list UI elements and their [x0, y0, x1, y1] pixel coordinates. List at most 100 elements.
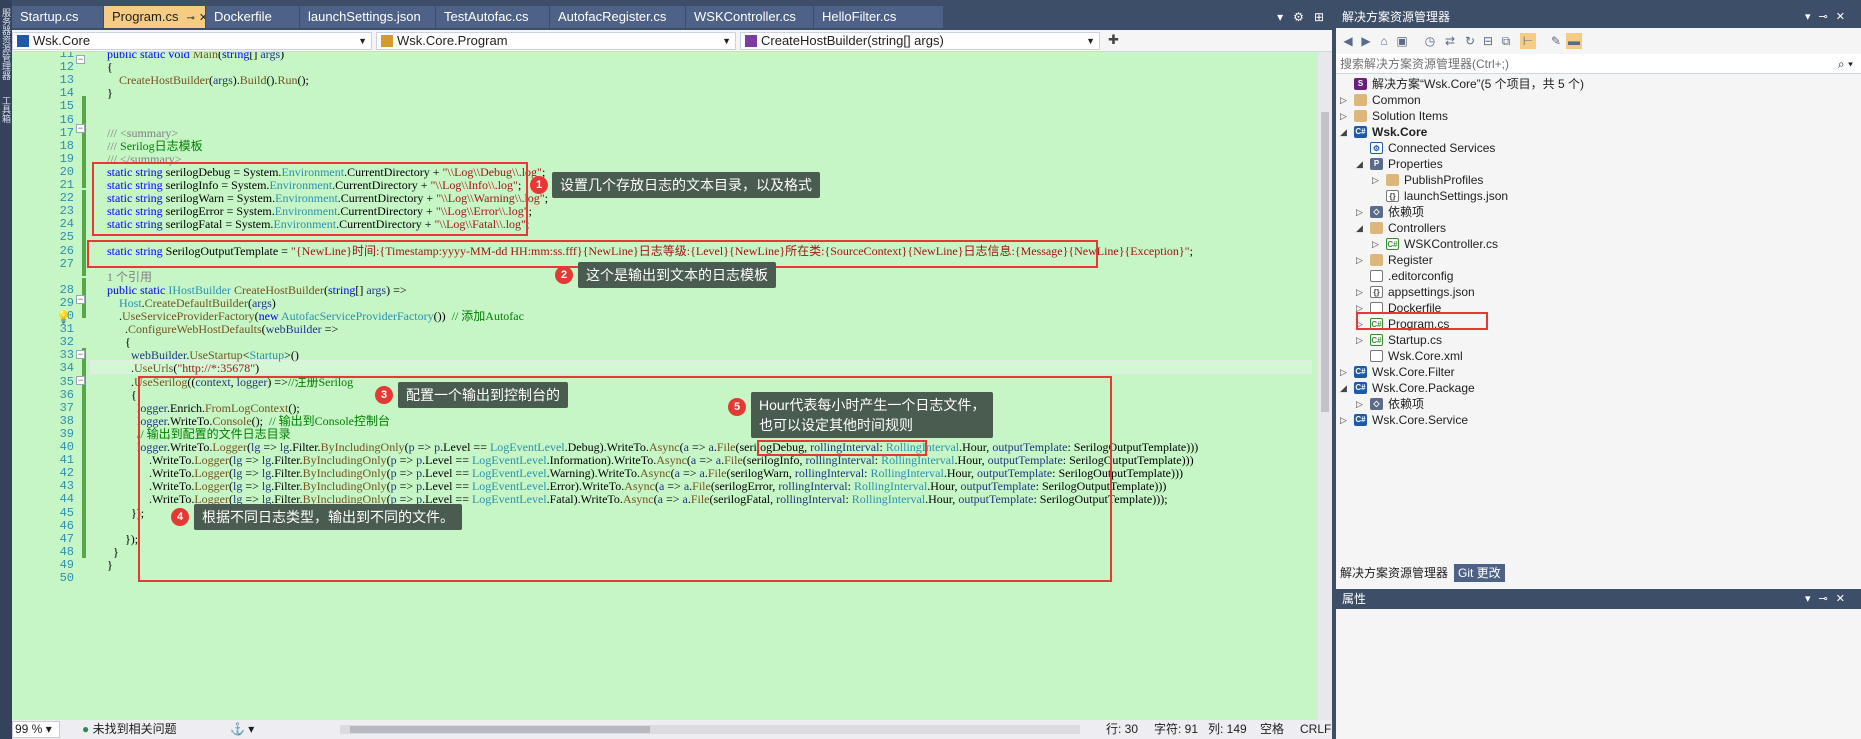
collapsed-arrow-icon[interactable]: ▷ — [1372, 172, 1382, 188]
show-all-files-icon[interactable]: ⧉ — [1498, 33, 1514, 49]
solution-tree: S 解决方案“Wsk.Core”(5 个项目，共 5 个) ▷ Common ▷ Solu… — [1336, 76, 1861, 676]
lightbulb-icon[interactable]: 💡 — [56, 310, 71, 324]
tree-node-label: Wsk.Core.xml — [1388, 349, 1463, 363]
sync-icon[interactable]: ⇄ — [1442, 33, 1458, 49]
add-split-icon[interactable]: ✚ — [1108, 32, 1119, 48]
tab-startup-cs[interactable]: Startup.cs — [12, 6, 104, 28]
tab-list-dropdown-icon[interactable]: ▾ — [1277, 6, 1283, 28]
tab-label: Dockerfile — [214, 9, 272, 24]
tree-node[interactable]: ⚙ Connected Services — [1356, 140, 1756, 156]
home-icon[interactable]: ⌂ — [1376, 33, 1392, 49]
tree-node[interactable]: ▷ C# Wsk.Core.Service — [1340, 412, 1740, 428]
collapsed-arrow-icon[interactable]: ▷ — [1356, 332, 1366, 348]
wrench-icon: P — [1370, 158, 1383, 170]
tab-wskcontroller-cs[interactable]: WSKController.cs — [686, 6, 814, 28]
solution-explorer-search[interactable]: 搜索解决方案资源管理器(Ctrl+;) ⌕ ▾ — [1336, 54, 1861, 74]
search-icon[interactable]: ⌕ ▾ — [1838, 54, 1853, 74]
tree-view-icon[interactable]: ⊢ — [1520, 33, 1536, 49]
properties-title-text: 属性 — [1342, 592, 1367, 606]
tree-node[interactable]: ▷ Solution Items — [1340, 108, 1740, 124]
collapsed-arrow-icon[interactable]: ▷ — [1356, 396, 1366, 412]
split-icon[interactable]: ⊞ — [1314, 6, 1324, 28]
folder-icon — [1354, 110, 1367, 122]
close-icon[interactable]: ✕ — [199, 12, 205, 24]
tree-node[interactable]: ▷ ◇ 依赖项 — [1356, 204, 1756, 220]
tab-label: WSKController.cs — [694, 9, 796, 24]
tab-solution-explorer[interactable]: 解决方案资源管理器 — [1336, 564, 1453, 582]
tree-node[interactable]: ◢ C# Wsk.Core.Package — [1340, 380, 1740, 396]
tree-node[interactable]: ▷ PublishProfiles — [1372, 172, 1772, 188]
tree-node[interactable]: S 解决方案“Wsk.Core”(5 个项目，共 5 个) — [1340, 76, 1740, 92]
tab-launchsettings-json[interactable]: launchSettings.json — [300, 6, 436, 28]
tab-autofacregister-cs[interactable]: AutofacRegister.cs — [550, 6, 686, 28]
whitespace-indicator[interactable]: 空格 — [1260, 720, 1284, 739]
tab-hellofilter-cs[interactable]: HelloFilter.cs — [814, 6, 944, 28]
forward-icon[interactable]: ▶ — [1358, 33, 1374, 49]
collapsed-arrow-icon[interactable]: ▷ — [1340, 412, 1350, 428]
tree-node[interactable]: ▷ C# Startup.cs — [1356, 332, 1756, 348]
tree-node[interactable]: {} launchSettings.json — [1372, 188, 1772, 204]
tree-node[interactable]: ▷ C# WSKController.cs — [1372, 236, 1772, 252]
class-dropdown[interactable]: Wsk.Core.Program ▼ — [376, 32, 736, 50]
issues-indicator[interactable]: ● 未找到相关问题 — [82, 720, 177, 739]
fold-toggle[interactable]: − — [76, 124, 85, 133]
fold-toggle[interactable]: − — [76, 350, 85, 359]
expanded-arrow-icon[interactable]: ◢ — [1340, 380, 1350, 396]
folder-icon — [1370, 254, 1383, 266]
collapsed-arrow-icon[interactable]: ▷ — [1340, 364, 1350, 380]
tab-dockerfile[interactable]: Dockerfile — [206, 6, 300, 28]
tab-testautofac-cs[interactable]: TestAutofac.cs — [436, 6, 550, 28]
refresh-icon[interactable]: ↻ — [1462, 33, 1478, 49]
preview-selected-icon[interactable]: ▬ — [1566, 33, 1582, 49]
collapsed-arrow-icon[interactable]: ▷ — [1340, 92, 1350, 108]
back-icon[interactable]: ◀ — [1340, 33, 1356, 49]
tree-node[interactable]: Wsk.Core.xml — [1356, 348, 1756, 364]
fold-toggle[interactable]: − — [76, 295, 85, 304]
member-dropdown[interactable]: CreateHostBuilder(string[] args) ▼ — [740, 32, 1100, 50]
tree-node[interactable]: ◢ Controllers — [1356, 220, 1756, 236]
server-explorer-tab[interactable]: 服务器资源管理器 — [1, 8, 11, 80]
pin-icon[interactable]: ⊸ — [186, 13, 194, 24]
vertical-scrollbar-thumb[interactable] — [1321, 112, 1329, 412]
collapsed-arrow-icon[interactable]: ▷ — [1372, 236, 1382, 252]
tab-program-cs[interactable]: Program.cs ⊸ ✕ — [104, 6, 206, 28]
editor-status-bar: 99 % ▾ ● 未找到相关问题 ⚓ ▾ 行: 30 字符: 91 列: 149… — [12, 720, 1332, 739]
collapse-all-icon[interactable]: ⊟ — [1480, 33, 1496, 49]
tree-node[interactable]: ▷ {} appsettings.json — [1356, 284, 1756, 300]
panel-controls[interactable]: ▾⊸✕ — [1805, 6, 1853, 28]
vertical-scrollbar[interactable] — [1318, 52, 1332, 720]
collapsed-arrow-icon[interactable]: ▷ — [1356, 252, 1366, 268]
tree-node[interactable]: ▷ ◇ 依赖项 — [1356, 396, 1756, 412]
horizontal-scrollbar-thumb[interactable] — [350, 726, 650, 733]
tree-node[interactable]: .editorconfig — [1356, 268, 1756, 284]
collapsed-arrow-icon[interactable]: ▷ — [1356, 204, 1366, 220]
expanded-arrow-icon[interactable]: ◢ — [1356, 220, 1366, 236]
properties-wrench-icon[interactable]: ✎ — [1548, 33, 1564, 49]
expanded-arrow-icon[interactable]: ◢ — [1340, 124, 1350, 140]
line-ending-indicator[interactable]: CRLF — [1300, 720, 1331, 739]
fold-toggle[interactable]: − — [76, 55, 85, 64]
code-cleanup-icon[interactable]: ⚓ ▾ — [230, 720, 254, 739]
codelens-reference[interactable]: 1 个引用 — [107, 270, 152, 284]
tree-node[interactable]: ▷ C# Wsk.Core.Filter — [1340, 364, 1740, 380]
tree-node[interactable]: ▷ Register — [1356, 252, 1756, 268]
project-dropdown[interactable]: Wsk.Core ▼ — [12, 32, 372, 50]
settings-gear-icon[interactable]: ⚙ — [1293, 6, 1304, 28]
code-line: /// Serilog日志模板 — [107, 138, 203, 153]
zoom-dropdown[interactable]: 99 % ▾ — [12, 721, 60, 738]
switch-views-icon[interactable]: ▣ — [1394, 33, 1410, 49]
code-editor[interactable]: 11 12 13 14 15 16 17 18 19 20 21 22 23 24 25 26 27 28 29 30… — [12, 52, 1318, 720]
horizontal-scrollbar[interactable] — [340, 725, 1080, 734]
collapsed-arrow-icon[interactable]: ▷ — [1356, 284, 1366, 300]
tree-node[interactable]: ▷ Common — [1340, 92, 1740, 108]
pending-changes-icon[interactable]: ◷ — [1422, 33, 1438, 49]
tab-git-changes[interactable]: Git 更改 — [1454, 564, 1505, 582]
collapsed-arrow-icon[interactable]: ▷ — [1340, 108, 1350, 124]
check-circle-icon: ● — [82, 722, 90, 736]
fold-toggle[interactable]: − — [76, 376, 85, 385]
panel-controls[interactable]: ▾⊸✕ — [1805, 589, 1853, 609]
tree-node[interactable]: ◢ C# Wsk.Core — [1340, 124, 1740, 140]
tree-node[interactable]: ◢ P Properties — [1356, 156, 1756, 172]
toolbox-tab[interactable]: 工具箱 — [1, 96, 11, 123]
expanded-arrow-icon[interactable]: ◢ — [1356, 156, 1366, 172]
